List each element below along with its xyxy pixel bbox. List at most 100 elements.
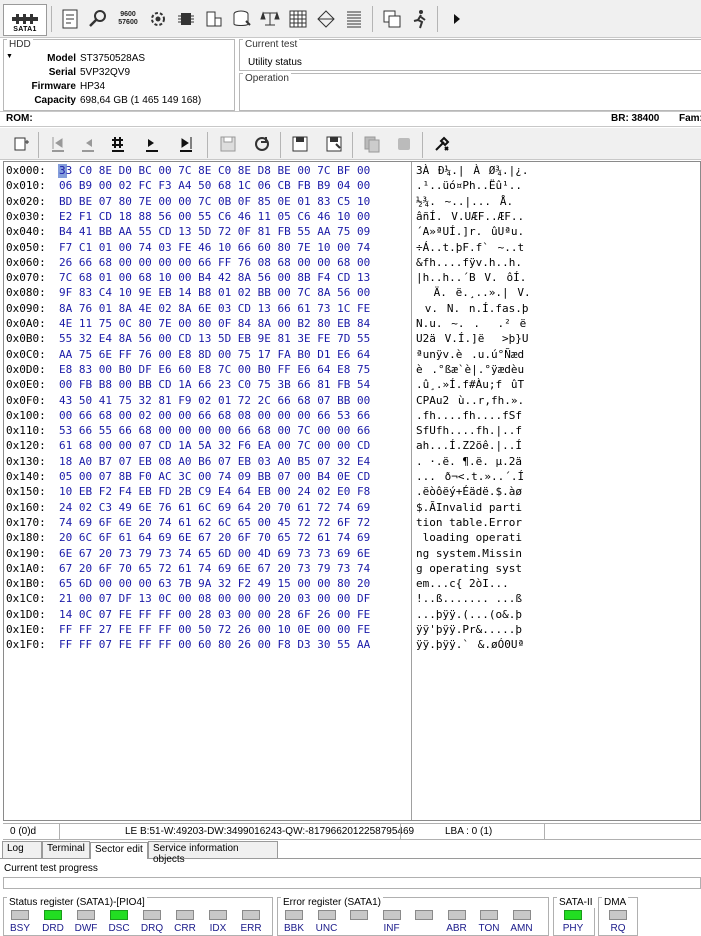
hex-row-ascii[interactable]: ½¾.~..|...Å. [416,195,513,209]
previous-sector-button[interactable] [76,133,100,155]
hex-row-ascii[interactable]: ªunÿv.è.u.ú°Ñæd [416,348,524,362]
hex-row-ascii[interactable]: SfUfh....fh.|..f [416,424,522,437]
hex-row-bytes[interactable]: 05 00 07 8B F0 AC 3C 00 74 09 BB 07 00 B… [59,470,370,483]
hex-editor[interactable]: 0x000: 33 C0 8E D0 BC 00 7C 8E C0 8E D8 B… [3,161,701,821]
hex-row-ascii[interactable]: ÷Á..t.þF.f`~..t [416,241,524,255]
hex-row-ascii[interactable]: è.°ßæ`è|.°ÿædèu [416,363,524,377]
hex-row-ascii[interactable]: ´A»ªUÍ.]r.ûUªu. [416,225,524,239]
hex-row-ascii[interactable]: 3ÀÐ¼.|ÀØ¾.|¿. [416,164,529,178]
more-button[interactable] [443,5,471,33]
settings-icon [151,12,165,26]
tab-sector-edit[interactable]: Sector edit [90,842,148,859]
hex-row-ascii[interactable]: $.ÃInvalid parti [416,501,522,514]
hex-row-bytes[interactable]: 65 6D 00 00 00 63 7B 9A 32 F2 49 15 00 0… [59,577,370,590]
hex-row-bytes[interactable]: 55 32 E4 8A 56 00 CD 13 5D EB 9E 81 3E F… [59,332,370,345]
hex-row-ascii[interactable]: Ä.ë.¸..».|V. [416,286,531,300]
paste-button[interactable] [392,133,416,155]
hex-row-ascii[interactable]: ng system.Missin [416,547,522,560]
hex-row-ascii[interactable]: ...ð¬<.t.»..´.Í [416,470,524,484]
load-from-file-button[interactable] [322,133,346,155]
hex-row[interactable]: 0x1F0: FF FF 07 FE FF FF 00 60 80 26 00 F… [4,637,694,654]
hex-row-bytes[interactable]: 6E 67 20 73 79 73 74 65 6D 00 4D 69 73 7… [59,547,370,560]
sata-port-button[interactable]: SATA1 [3,4,47,36]
goto-sector-button[interactable] [106,133,130,155]
balance-button[interactable] [256,5,284,33]
hex-row-bytes[interactable]: 7C 68 01 00 68 10 00 B4 42 8A 56 00 8B F… [59,271,370,284]
save-to-file-button[interactable] [288,133,312,155]
hex-row-ascii[interactable]: .ëòôëý+Éädë.$.àø [416,485,522,498]
database-button[interactable] [228,5,256,33]
open-button[interactable] [10,133,34,155]
windows-button[interactable] [378,5,406,33]
hex-row-bytes[interactable]: B4 41 BB AA 55 CD 13 5D 72 0F 81 FB 55 A… [59,225,370,238]
hex-row-ascii[interactable]: ...þÿÿ.(...(o&.þ [416,608,522,621]
hex-row-bytes[interactable]: 53 66 55 66 68 00 00 00 00 66 68 00 7C 0… [59,424,370,437]
hex-row-bytes[interactable]: F7 C1 01 00 74 03 FE 46 10 66 60 80 7E 1… [59,241,370,254]
hex-row-bytes[interactable]: 00 66 68 00 02 00 00 66 68 08 00 00 00 6… [59,409,370,422]
hex-row-ascii[interactable]: . ·.ë. ¶.ë. µ.2ä [416,455,522,468]
hex-row-bytes[interactable]: FF FF 27 FE FF FF 00 50 72 26 00 10 0E 0… [59,623,370,636]
hex-row-bytes[interactable]: 26 66 68 00 00 00 00 66 FF 76 08 68 00 0… [59,256,370,269]
hex-row-ascii[interactable]: v.N.n.Í.fas.þ [416,302,529,316]
hex-row-bytes[interactable]: 9F 83 C4 10 9E EB 14 B8 01 02 BB 00 7C 8… [59,286,370,299]
next-sector-button[interactable] [140,133,164,155]
hex-row-ascii[interactable]: ÿÿ'þÿÿ.Pr&.....þ [416,623,522,636]
hex-row-ascii[interactable]: N.u.~...²ë [416,317,535,331]
hex-row-bytes[interactable]: AA 75 6E FF 76 00 E8 8D 00 75 17 FA B0 D… [59,348,370,361]
hex-row-ascii[interactable]: .¹..üó¤Ph..Ëû¹.. [416,179,522,192]
settings-button[interactable] [144,5,172,33]
hex-row-bytes[interactable]: 18 A0 B7 07 EB 08 A0 B6 07 EB 03 A0 B5 0… [59,455,370,468]
tab-service-information-objects[interactable]: Service information objects [148,841,278,865]
tree-button[interactable] [312,5,340,33]
chip-button[interactable] [172,5,200,33]
hex-row-bytes[interactable]: 00 FB B8 00 BB CD 1A 66 23 C0 75 3B 66 8… [59,378,370,391]
run-button[interactable] [406,5,434,33]
hex-row-bytes[interactable]: 4E 11 75 0C 80 7E 00 80 0F 84 8A 00 B2 8… [59,317,370,330]
save-sector-button[interactable] [216,133,240,155]
little-endian-values: LE B:51-W:49203-DW:3499016243-QW:-817966… [125,826,415,837]
first-sector-button[interactable] [46,133,70,155]
hex-row-ascii[interactable]: U2äV.Í.]ë>þ}U [416,332,529,346]
hex-row-ascii[interactable]: .û¸.»Í.f#Àu;fûT [416,378,524,392]
hex-row-ascii[interactable]: .fh....fh....fSf [416,409,522,422]
hex-row-ascii[interactable]: |h..h..´BV.ôÍ. [416,271,526,285]
grid-button[interactable] [284,5,312,33]
hex-row-bytes[interactable]: FF FF 07 FE FF FF 00 60 80 26 00 F8 D3 3… [59,638,370,651]
list-button[interactable] [340,5,368,33]
hex-row-ascii[interactable]: ÿÿ.þÿÿ.`&.øÓ0Uª [416,638,524,652]
hex-row-ascii[interactable]: ah...Í.Z2öê.|..Í [416,439,522,452]
search-button[interactable] [84,5,112,33]
hex-row-ascii[interactable]: g operating syst [416,562,522,575]
tab-terminal[interactable]: Terminal [42,841,90,858]
hex-row-bytes[interactable]: 61 68 00 00 07 CD 1A 5A 32 F6 EA 00 7C 0… [59,439,370,452]
hex-row-bytes[interactable]: BD BE 07 80 7E 00 00 7C 0B 0F 85 0E 01 8… [59,195,370,208]
tools-button[interactable] [430,133,454,155]
hex-row-ascii[interactable]: tion table.Error [416,516,522,529]
hex-row-bytes[interactable]: 67 20 6F 70 65 72 61 74 69 6E 67 20 73 7… [59,562,370,575]
hex-row-bytes[interactable]: 8A 76 01 8A 4E 02 8A 6E 03 CD 13 66 61 7… [59,302,370,315]
hex-row-bytes[interactable]: 20 6C 6F 61 64 69 6E 67 20 6F 70 65 72 6… [59,531,370,544]
last-sector-button[interactable] [174,133,198,155]
hex-row-bytes[interactable]: 21 00 07 DF 13 0C 00 08 00 00 00 20 03 0… [59,592,370,605]
tab-log[interactable]: Log [2,841,42,858]
hex-row-bytes[interactable]: 43 50 41 75 32 81 F9 02 01 72 2C 66 68 0… [59,394,370,407]
hex-row-bytes[interactable]: 14 0C 07 FE FF FF 00 28 03 00 00 28 6F 2… [59,608,370,621]
refresh-button[interactable] [250,133,274,155]
copy-button[interactable] [360,133,384,155]
hex-row-bytes[interactable]: E8 83 00 B0 DF E6 60 E8 7C 00 B0 FF E6 6… [59,363,370,376]
hex-row-bytes[interactable]: 24 02 C3 49 6E 76 61 6C 69 64 20 70 61 7… [59,501,370,514]
hex-row-bytes[interactable]: E2 F1 CD 18 88 56 00 55 C6 46 11 05 C6 4… [59,210,370,223]
hex-row-ascii[interactable]: &fh....fÿv.h..h. [416,256,522,269]
hex-row-ascii[interactable]: CPAu2ù..r,fh.». [416,394,524,408]
baud-rate-button[interactable]: 9600 57600 [114,5,142,33]
hex-row-bytes[interactable]: 74 69 6F 6E 20 74 61 62 6C 65 00 45 72 7… [59,516,370,529]
hex-row-ascii[interactable]: em...c{2òI... [416,577,524,591]
hex-row-ascii[interactable]: loading operati [416,531,522,544]
hex-row-bytes[interactable]: 10 EB F2 F4 EB FD 2B C9 E4 64 EB 00 24 0… [59,485,370,498]
drive-button[interactable] [200,5,228,33]
hex-row-bytes[interactable]: 06 B9 00 02 FC F3 A4 50 68 1C 06 CB FB B… [59,179,370,192]
hex-row-ascii[interactable]: !..ß....... ...ß [416,592,522,605]
report-button[interactable] [56,5,84,33]
hex-row-bytes[interactable]: 33 C0 8E D0 BC 00 7C 8E C0 8E D8 BE 00 7… [59,164,370,177]
hex-row-ascii[interactable]: âñÍ.V.UÆF..ÆF.. [416,210,524,224]
